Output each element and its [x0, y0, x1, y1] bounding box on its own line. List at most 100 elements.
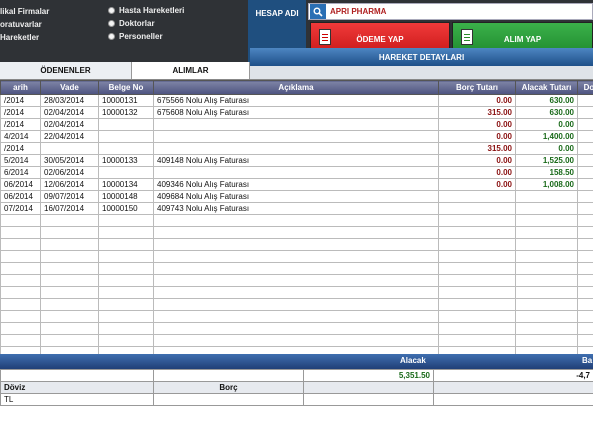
totals-currency-row: TL	[0, 393, 593, 406]
table-row[interactable]	[0, 334, 593, 347]
radio-icon[interactable]	[108, 20, 115, 27]
cell-vade	[40, 214, 99, 227]
table-row[interactable]	[0, 310, 593, 323]
table-row[interactable]	[0, 250, 593, 263]
cell-belge-no: 10000134	[98, 178, 154, 191]
cell-aciklama: 409743 Nolu Alış Faturası	[153, 202, 439, 215]
totals-empty-cell	[303, 393, 434, 406]
cell-belge-no	[98, 130, 154, 143]
cell-doviz	[577, 214, 593, 227]
search-icon[interactable]	[310, 4, 326, 19]
col-borc-tutari[interactable]: Borç Tutarı	[438, 80, 516, 95]
table-row[interactable]: /2014 02/04/2014 10000132 675608 Nolu Alış …	[0, 106, 593, 119]
col-vade[interactable]: Vade	[40, 80, 99, 95]
cell-borc	[438, 274, 516, 287]
left-nav-item[interactable]: oratuvarlar	[0, 18, 49, 31]
hareket-detaylari-header: HAREKET DETAYLARI	[250, 48, 593, 66]
table-row[interactable]: /2014 315.00 0.00	[0, 142, 593, 155]
totals-empty-cell	[433, 393, 593, 406]
cell-tarih: 07/2014	[0, 202, 41, 215]
table-row[interactable]	[0, 322, 593, 335]
cell-tarih: 4/2014	[0, 130, 41, 143]
table-row[interactable]	[0, 226, 593, 239]
cell-belge-no	[98, 334, 154, 347]
table-row[interactable]	[0, 298, 593, 311]
cell-vade	[40, 226, 99, 239]
cell-vade: 22/04/2014	[40, 130, 99, 143]
table-row[interactable]	[0, 274, 593, 287]
cell-alacak	[515, 250, 578, 263]
cell-alacak	[515, 310, 578, 323]
left-nav-label: oratuvarlar	[0, 20, 42, 29]
hesap-adi-input[interactable]	[330, 7, 580, 16]
table-row[interactable]: 06/2014 09/07/2014 10000148 409684 Nolu Alı…	[0, 190, 593, 203]
cell-tarih: 06/2014	[0, 190, 41, 203]
totals-empty-cell	[303, 381, 434, 394]
cell-belge-no	[98, 250, 154, 263]
radio-doktorlar[interactable]: Doktorlar	[108, 17, 184, 30]
cell-aciklama: 409148 Nolu Alış Faturası	[153, 154, 439, 167]
table-row[interactable]: 06/2014 12/06/2014 10000134 409346 Nolu Alı…	[0, 178, 593, 191]
col-doviz[interactable]: Do	[577, 80, 593, 95]
cell-doviz	[577, 274, 593, 287]
table-row[interactable]	[0, 214, 593, 227]
cell-doviz	[577, 178, 593, 191]
table-row[interactable]	[0, 286, 593, 299]
radio-icon[interactable]	[108, 33, 115, 40]
table-row[interactable]: /2014 02/04/2014 0.00 0.00	[0, 118, 593, 131]
hareket-table: arih Vade Belge No Açıklama Borç Tutarı …	[0, 80, 593, 359]
cell-belge-no	[98, 286, 154, 299]
table-row[interactable]: 07/2014 16/07/2014 10000150 409743 Nolu Alı…	[0, 202, 593, 215]
cell-vade: 30/05/2014	[40, 154, 99, 167]
cell-alacak: 158.50	[515, 166, 578, 179]
left-nav-item[interactable]: Hareketler	[0, 31, 49, 44]
cell-alacak	[515, 214, 578, 227]
radio-personeller[interactable]: Personeller	[108, 30, 184, 43]
alacak-total-value: 5,351.50	[303, 369, 434, 382]
cell-vade	[40, 142, 99, 155]
cell-vade	[40, 250, 99, 263]
cell-doviz	[577, 118, 593, 131]
document-icon	[319, 29, 331, 45]
totals-table: 5,351.50 -4,7 Döviz Borç TL	[0, 369, 593, 406]
table-row[interactable]	[0, 238, 593, 251]
cell-belge-no	[98, 166, 154, 179]
cell-borc	[438, 190, 516, 203]
cell-borc: 0.00	[438, 118, 516, 131]
radio-icon[interactable]	[108, 7, 115, 14]
cell-tarih	[0, 226, 41, 239]
tab-odenenler[interactable]: ÖDENENLER	[0, 62, 132, 79]
document-icon	[461, 29, 473, 45]
cell-tarih	[0, 322, 41, 335]
table-row[interactable]	[0, 262, 593, 275]
cell-alacak: 0.00	[515, 142, 578, 155]
cell-belge-no: 10000132	[98, 106, 154, 119]
cell-vade	[40, 274, 99, 287]
cell-belge-no	[98, 214, 154, 227]
cell-aciklama	[153, 130, 439, 143]
cell-doviz	[577, 190, 593, 203]
table-row[interactable]: 4/2014 22/04/2014 0.00 1,400.00	[0, 130, 593, 143]
cell-aciklama	[153, 250, 439, 263]
cell-tarih	[0, 274, 41, 287]
cell-doviz	[577, 202, 593, 215]
radio-hasta-hareketleri[interactable]: Hasta Hareketleri	[108, 4, 184, 17]
tab-alimlar[interactable]: ALIMLAR	[132, 62, 250, 79]
col-aciklama[interactable]: Açıklama	[153, 80, 439, 95]
cell-aciklama	[153, 118, 439, 131]
col-belge-no[interactable]: Belge No	[98, 80, 154, 95]
hareket-grid[interactable]: arih Vade Belge No Açıklama Borç Tutarı …	[0, 80, 593, 380]
cell-tarih: /2014	[0, 142, 41, 155]
table-row[interactable]: 5/2014 30/05/2014 10000133 409148 Nolu Alış…	[0, 154, 593, 167]
cell-alacak: 1,525.00	[515, 154, 578, 167]
left-nav-item[interactable]: likal Firmalar	[0, 5, 49, 18]
table-row[interactable]: 6/2014 02/06/2014 0.00 158.50	[0, 166, 593, 179]
hesap-search-box[interactable]	[308, 3, 593, 20]
totals-empty-cell	[153, 369, 304, 382]
col-alacak-tutari[interactable]: Alacak Tutarı	[515, 80, 578, 95]
table-row[interactable]: /2014 28/03/2014 10000131 675566 Nolu Alış …	[0, 94, 593, 107]
col-tarih[interactable]: arih	[0, 80, 41, 95]
cell-alacak	[515, 238, 578, 251]
cell-doviz	[577, 310, 593, 323]
cell-belge-no	[98, 274, 154, 287]
